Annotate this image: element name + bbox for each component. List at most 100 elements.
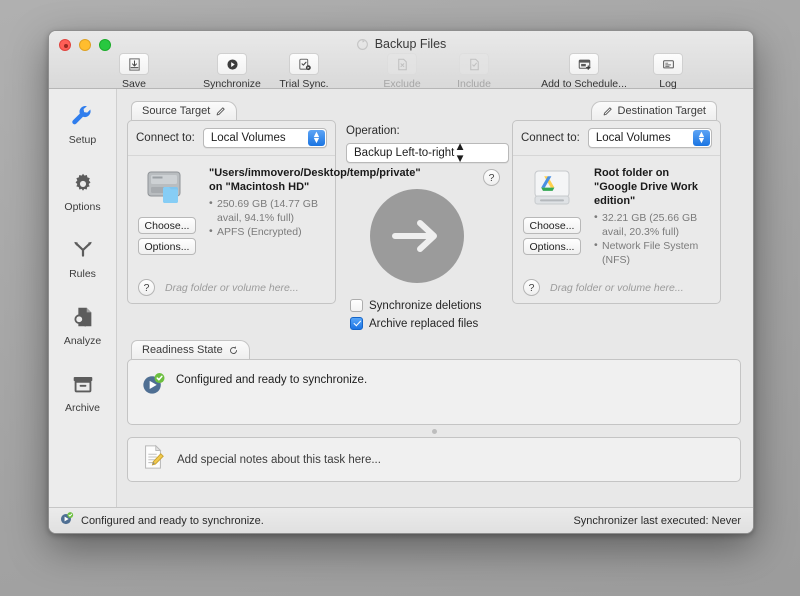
synchronize-deletions-checkbox[interactable] [350,299,363,312]
app-window: Backup Files Save Synchronize Trial Sync… [48,30,754,534]
toolbar-log-button[interactable]: Log [632,53,704,90]
destination-options-button[interactable]: Options... [523,238,581,255]
source-connect-select[interactable]: Local Volumes ▲ ▼ [202,128,327,148]
toolbar-trial-sync-button[interactable]: Trial Sync. [268,53,340,90]
arrow-right-icon [392,220,437,252]
window-title: Backup Files [374,37,447,51]
destination-target-panel: Destination Target Connect to: Local Vol… [512,101,721,304]
destination-choose-button[interactable]: Choose... [523,217,581,234]
destination-drop-row: ? Drag folder or volume here... [513,274,720,303]
destination-connect-row: Connect to: Local Volumes ▲ ▼ [513,121,720,156]
destination-target-box: Connect to: Local Volumes ▲ ▼ Choose... … [512,120,721,304]
readiness-state-box: Configured and ready to synchronize. [127,359,741,425]
clipboard-check-play-icon [289,53,319,75]
save-tray-icon [119,53,149,75]
note-pencil-icon [140,443,166,476]
pencil-icon[interactable] [602,106,613,117]
pencil-icon[interactable] [215,106,226,117]
source-drop-row: ? Drag folder or volume here... [128,274,335,303]
panel-splitter[interactable] [127,425,741,437]
sidebar-item-archive-label: Archive [64,402,100,414]
window-titlebar: Backup Files Save Synchronize Trial Sync… [49,31,753,90]
play-badge-check-icon [59,511,74,531]
log-window-icon [653,53,683,75]
operation-select[interactable]: Backup Left-to-right ▲ ▼ [346,141,509,165]
archive-replaced-files-label: Archive replaced files [369,317,479,330]
toolbar-synchronize-button[interactable]: Synchronize [196,53,268,90]
operation-value: Backup Left-to-right [354,147,455,159]
destination-target-right: Root folder on "Google Drive Work editio… [594,165,712,274]
destination-drop-hint: Drag folder or volume here... [550,281,684,294]
source-target-title: "Users/immovero/Desktop/temp/private" on… [209,167,421,194]
destination-target-title: Root folder on "Google Drive Work editio… [594,167,699,208]
destination-target-body: Choose... Options... Root folder on "Goo… [513,156,720,274]
google-drive-disk-icon [523,165,585,213]
source-target-box: Connect to: Local Volumes ▲ ▼ Choose... … [127,120,421,304]
source-target-tab-label: Source Target [142,105,211,117]
notes-placeholder: Add special notes about this task here..… [177,453,381,466]
document-search-icon [70,302,96,332]
toolbar-include-button[interactable]: Include [438,53,510,90]
source-target-panel: Source Target Connect to: Local Volumes … [127,101,421,304]
destination-target-tab-label: Destination Target [617,105,706,117]
readiness-section: Readiness State Configured and ready to … [127,340,741,482]
window-title-wrap: Backup Files [49,37,753,51]
sidebar-item-analyze[interactable]: Analyze [52,302,114,347]
wrench-icon [69,101,96,131]
status-message: Configured and ready to synchronize. [81,514,264,527]
toolbar-add-to-schedule-button[interactable]: Add to Schedule... [536,53,632,90]
source-choose-button[interactable]: Choose... [138,217,196,234]
sidebar-item-options[interactable]: Options [52,168,114,213]
archive-replaced-files-checkbox[interactable] [350,317,363,330]
sidebar-item-rules[interactable]: Rules [52,235,114,280]
play-badge-check-icon [140,371,166,402]
hard-disk-folder-icon [138,165,200,213]
operation-label: Operation: [346,125,400,137]
synchronize-deletions-row[interactable]: Synchronize deletions [350,299,482,312]
source-target-right: "Users/immovero/Desktop/temp/private" on… [209,165,421,274]
sidebar-item-options-label: Options [64,201,101,213]
operation-panel: Operation: Backup Left-to-right ▲ ▼ ? Sy… [336,101,512,330]
source-connect-row: Connect to: Local Volumes ▲ ▼ [128,121,335,156]
destination-target-tab[interactable]: Destination Target [590,101,717,120]
readiness-state-tab[interactable]: Readiness State [131,340,250,359]
destination-detail-capacity: 32.21 GB (25.66 GB avail, 20.3% full) [594,211,712,239]
toolbar: Save Synchronize Trial Sync. Exclude Inc… [49,53,753,90]
document-x-icon [387,53,417,75]
toolbar-save-button[interactable]: Save [98,53,170,90]
synchronize-deletions-label: Synchronize deletions [369,299,482,312]
archive-replaced-files-row[interactable]: Archive replaced files [350,317,482,330]
gear-icon [70,168,96,198]
sidebar-item-setup-label: Setup [68,134,97,146]
source-target-details: 250.69 GB (14.77 GB avail, 94.1% full) A… [209,197,327,239]
readiness-state-text: Configured and ready to synchronize. [176,374,368,386]
document-check-icon [459,53,489,75]
refresh-icon[interactable] [228,345,239,356]
direction-indicator [370,189,464,283]
play-circle-icon [217,53,247,75]
source-target-tab[interactable]: Source Target [131,101,238,120]
operation-help-button[interactable]: ? [483,169,500,186]
window-body: Setup Options Rules Analyze Archive Sour… [49,89,753,507]
destination-target-left: Choose... Options... [523,165,585,274]
sync-circle-icon [356,38,368,50]
sidebar-item-analyze-label: Analyze [63,335,102,347]
chevron-updown-icon: ▲ ▼ [693,130,710,146]
archive-box-icon [70,369,96,399]
destination-detail-format: Network File System (NFS) [594,239,712,267]
source-options-button[interactable]: Options... [138,238,196,255]
desktop-background: Backup Files Save Synchronize Trial Sync… [0,0,800,596]
sidebar-item-archive[interactable]: Archive [52,369,114,414]
toolbar-exclude-button[interactable]: Exclude [366,53,438,90]
chevron-updown-icon: ▲ ▼ [308,130,325,146]
content-area: Source Target Connect to: Local Volumes … [117,89,753,507]
source-target-left: Choose... Options... [138,165,200,274]
notes-box[interactable]: Add special notes about this task here..… [127,437,741,482]
sidebar-item-setup[interactable]: Setup [52,101,114,146]
destination-help-button[interactable]: ? [523,279,540,296]
status-last-executed: Synchronizer last executed: Never [573,514,741,527]
sidebar: Setup Options Rules Analyze Archive [49,89,117,507]
source-help-button[interactable]: ? [138,279,155,296]
destination-connect-value: Local Volumes [595,132,671,144]
destination-connect-select[interactable]: Local Volumes ▲ ▼ [587,128,712,148]
